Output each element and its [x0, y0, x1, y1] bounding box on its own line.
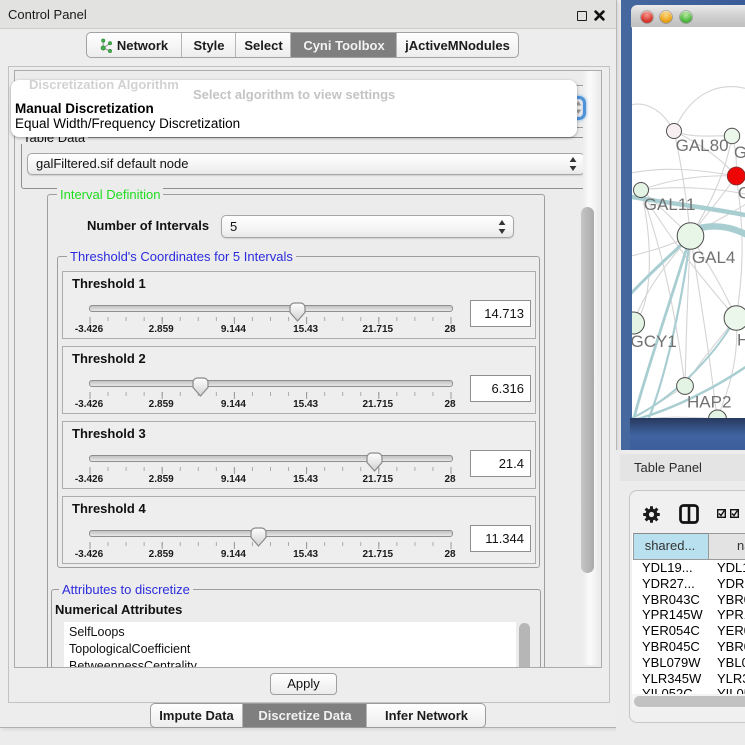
svg-text:C: C — [738, 184, 745, 203]
svg-text:GAL80: GAL80 — [676, 136, 729, 155]
svg-text:GAL11: GAL11 — [644, 195, 696, 214]
svg-text:H: H — [737, 331, 745, 350]
svg-text:HAP2: HAP2 — [687, 393, 731, 412]
svg-text:GA: GA — [734, 143, 745, 162]
svg-text:GAL4: GAL4 — [692, 248, 735, 267]
svg-text:GCY1: GCY1 — [632, 332, 677, 351]
